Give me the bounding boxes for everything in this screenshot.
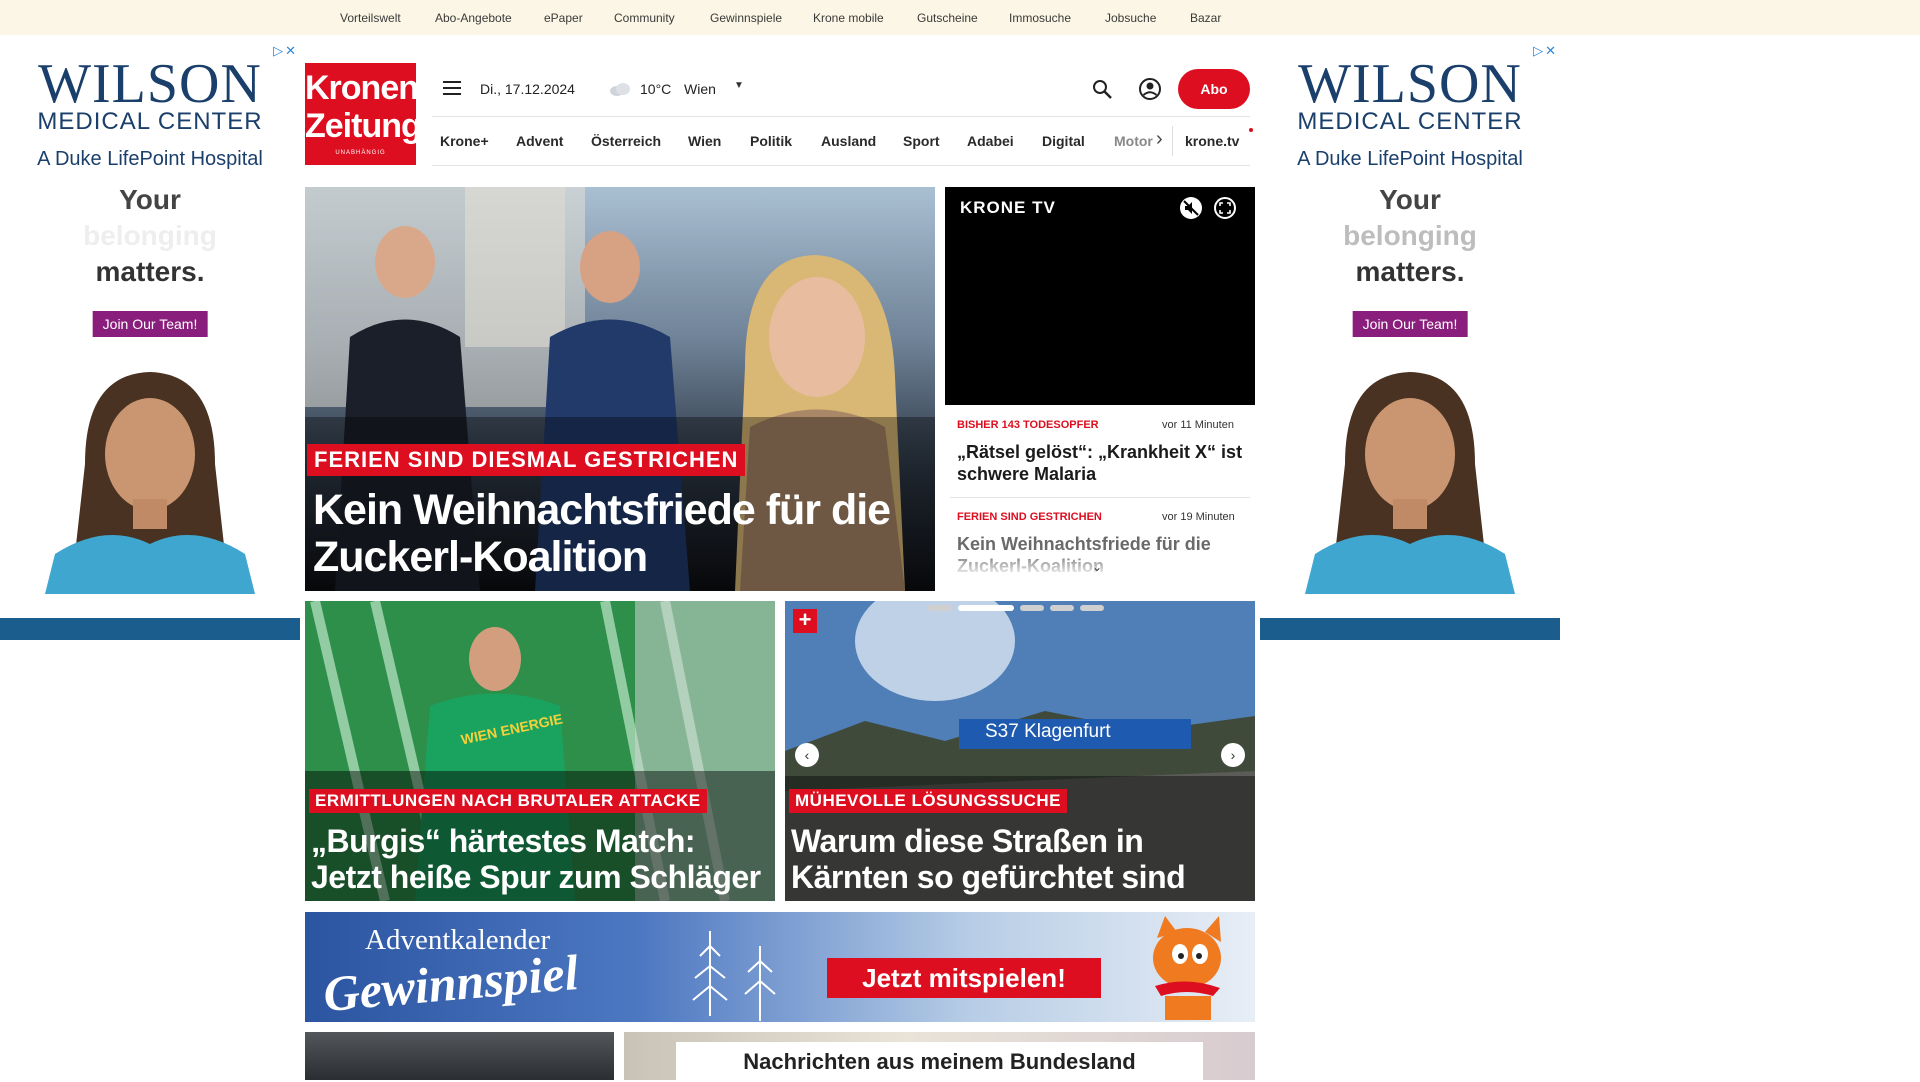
ad-portrait-image — [1305, 372, 1515, 594]
nav-politik[interactable]: Politik — [750, 133, 792, 149]
topnav-epaper[interactable]: ePaper — [544, 11, 583, 25]
chevron-down-icon[interactable]: ▼ — [734, 80, 744, 91]
topnav-jobsuche[interactable]: Jobsuche — [1105, 11, 1156, 25]
bundesland-title: Nachrichten aus meinem Bundesland — [676, 1042, 1203, 1082]
nav-adabei[interactable]: Adabei — [967, 133, 1014, 149]
carousel-next-icon[interactable]: › — [1221, 743, 1245, 767]
temperature: 10°C — [640, 81, 672, 97]
logo-line-2: Zeitung — [305, 107, 422, 145]
ad-line-2: belonging — [83, 220, 217, 251]
fullscreen-icon[interactable] — [1213, 196, 1237, 220]
advent-gewinnspiel-banner[interactable]: Adventkalender Gewinnspiel Jetzt mitspie… — [305, 912, 1255, 1022]
krone-logo[interactable]: Kronen Zeitung UNABHÄNGIG — [305, 63, 422, 165]
topnav-vorteilswelt[interactable]: Vorteilswelt — [340, 11, 401, 25]
news-image-tile[interactable] — [305, 1032, 614, 1080]
bundesland-news-panel[interactable]: Nachrichten aus meinem Bundesland — [624, 1032, 1255, 1082]
ticker-kicker: FERIEN SIND GESTRICHEN — [957, 511, 1102, 523]
ad-footer-bar — [0, 618, 300, 640]
nav-krone-plus[interactable]: Krone+ — [440, 133, 489, 149]
nav-ausland[interactable]: Ausland — [821, 133, 876, 149]
ticker-expand-chevron-icon[interactable]: ⌄ — [1092, 560, 1102, 574]
ad-brand: WILSON — [1298, 53, 1522, 115]
pine-tree-graphics — [692, 931, 776, 1021]
ad-tagline: A Duke LifePoint Hospital — [1297, 148, 1523, 170]
ad-line-1: Your — [119, 184, 181, 215]
nav-sport[interactable]: Sport — [903, 133, 940, 149]
nav-oesterreich[interactable]: Österreich — [591, 133, 661, 149]
nav-scroll-right-icon[interactable]: › — [1156, 128, 1163, 151]
ad-portrait-image — [45, 372, 255, 594]
ad-brand-sub: MEDICAL CENTER — [37, 108, 263, 135]
ad-line-2: belonging — [1343, 220, 1477, 251]
left-side-ad[interactable]: ▷✕ WILSON MEDICAL CENTER A Duke LifePoin… — [0, 41, 300, 640]
teaser-card[interactable]: WIEN ENERGIE ERMITTLUNGEN NACH BRUTALER … — [305, 601, 775, 901]
topnav-community[interactable]: Community — [614, 11, 675, 25]
teaser-kicker: ERMITTLUNGEN NACH BRUTALER ATTACKE — [309, 789, 707, 813]
ticker-divider — [950, 497, 1250, 498]
hero-kicker: FERIEN SIND DIESMAL GESTRICHEN — [307, 444, 746, 476]
header-divider — [432, 116, 1250, 117]
carousel-dot[interactable] — [1050, 605, 1074, 611]
carousel-dot[interactable] — [1080, 605, 1104, 611]
ad-brand-sub: MEDICAL CENTER — [1297, 108, 1523, 135]
advent-line-2: Gewinnspiel — [321, 943, 581, 1022]
jetzt-mitspielen-button[interactable]: Jetzt mitspielen! — [827, 958, 1101, 998]
hamburger-menu-icon[interactable] — [442, 80, 462, 96]
carousel-prev-icon[interactable]: ‹ — [795, 743, 819, 767]
ticker-time: vor 11 Minuten — [1162, 419, 1234, 431]
ad-brand: WILSON — [38, 53, 262, 115]
hero-teaser[interactable]: FERIEN SIND DIESMAL GESTRICHEN Kein Weih… — [305, 187, 935, 591]
topnav-gewinnspiele[interactable]: Gewinnspiele — [710, 11, 782, 25]
ticker-kicker: BISHER 143 TODESOPFER — [957, 419, 1099, 431]
krone-tv-logo: KRONE TV — [960, 198, 1056, 217]
location-select[interactable]: Wien — [684, 81, 716, 97]
topnav-abo-angebote[interactable]: Abo-Angebote — [435, 11, 512, 25]
krone-tv-video-player[interactable]: KRONE TV — [945, 187, 1255, 405]
nav-divider-line — [432, 165, 1250, 166]
top-utility-bar: Vorteilswelt Abo-Angebote ePaper Communi… — [0, 0, 1920, 35]
logo-line-3: UNABHÄNGIG — [335, 150, 386, 156]
teaser-title: Warum diese Straßen in Kärnten so gefürc… — [791, 823, 1186, 895]
topnav-krone-mobile[interactable]: Krone mobile — [813, 11, 884, 25]
right-side-ad[interactable]: ▷✕ WILSON MEDICAL CENTER A Duke LifePoin… — [1260, 41, 1560, 640]
abo-button[interactable]: Abo — [1178, 69, 1250, 109]
krone-plus-icon: + — [793, 609, 817, 633]
carousel-dot-active[interactable] — [958, 605, 1014, 611]
nav-advent[interactable]: Advent — [516, 133, 563, 149]
nav-digital[interactable]: Digital — [1042, 133, 1085, 149]
topnav-gutscheine[interactable]: Gutscheine — [917, 11, 978, 25]
ad-footer-bar — [1260, 618, 1560, 640]
search-icon[interactable] — [1091, 78, 1113, 100]
teaser-kicker: MÜHEVOLLE LÖSUNGSSUCHE — [789, 789, 1068, 813]
teaser-title: „Burgis“ härtestes Match: Jetzt heiße Sp… — [311, 823, 761, 895]
user-account-icon[interactable] — [1138, 77, 1162, 101]
ticker-time: vor 19 Minuten — [1162, 511, 1235, 523]
live-indicator-dot — [1249, 128, 1253, 132]
mute-icon[interactable] — [1179, 196, 1203, 220]
carousel-teaser-card[interactable]: S37 Klagenfurt + ‹ › MÜHEVOLLE LÖSUNGSSU… — [785, 601, 1255, 901]
carousel-dot[interactable] — [1020, 605, 1044, 611]
fox-mascot-image — [1153, 916, 1221, 1020]
ad-line-3: matters. — [95, 256, 205, 287]
cloud-weather-icon — [610, 83, 630, 96]
ticker-title[interactable]: „Rätsel gelöst“: „Krankheit X“ ist schwe… — [957, 441, 1247, 485]
topnav-immosuche[interactable]: Immosuche — [1009, 11, 1071, 25]
ad-join-button[interactable]: Join Our Team! — [1352, 311, 1468, 337]
carousel-dot[interactable] — [928, 605, 952, 611]
ad-join-button[interactable]: Join Our Team! — [92, 311, 208, 337]
hero-title[interactable]: Kein Weihnachtsfriede für die Zuckerl-Ko… — [313, 487, 913, 581]
nav-motor[interactable]: Motor — [1114, 133, 1153, 149]
nav-krone-tv[interactable]: krone.tv — [1185, 133, 1239, 149]
nav-divider — [1172, 126, 1173, 156]
road-sign-text: S37 Klagenfurt — [985, 721, 1111, 742]
logo-line-1: Kronen — [305, 69, 419, 107]
nav-wien[interactable]: Wien — [688, 133, 721, 149]
ad-line-3: matters. — [1355, 256, 1465, 287]
ad-line-1: Your — [1379, 184, 1441, 215]
topnav-bazar[interactable]: Bazar — [1190, 11, 1221, 25]
current-date: Di., 17.12.2024 — [480, 81, 575, 97]
ad-tagline: A Duke LifePoint Hospital — [37, 148, 263, 170]
